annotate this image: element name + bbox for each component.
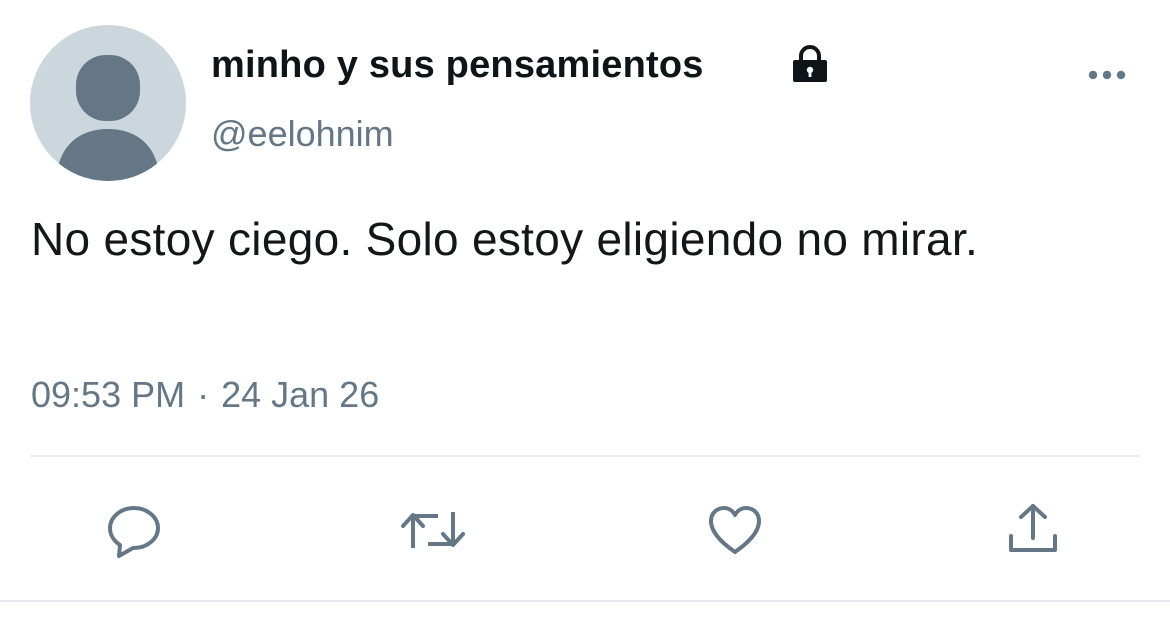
- timestamp-separator: ·: [197, 374, 210, 415]
- default-avatar-icon: [56, 55, 160, 181]
- tweet-date: 24 Jan 26: [221, 374, 380, 415]
- reply-icon[interactable]: [106, 502, 162, 558]
- tweet-text: No estoy ciego. Solo estoy eligiendo no …: [31, 213, 979, 265]
- timestamp[interactable]: 09:53 PM · 24 Jan 26: [31, 374, 379, 416]
- lock-icon: [790, 44, 830, 89]
- user-handle[interactable]: @eelohnim: [211, 113, 394, 155]
- heart-icon[interactable]: [707, 502, 763, 558]
- more-options-icon[interactable]: [1088, 68, 1128, 86]
- avatar[interactable]: [30, 25, 186, 181]
- divider: [0, 600, 1170, 602]
- retweet-icon[interactable]: [400, 502, 465, 558]
- divider: [30, 455, 1140, 457]
- share-icon[interactable]: [1005, 502, 1061, 558]
- tweet-time: 09:53 PM: [31, 374, 186, 415]
- display-name[interactable]: minho y sus pensamientos: [211, 44, 704, 87]
